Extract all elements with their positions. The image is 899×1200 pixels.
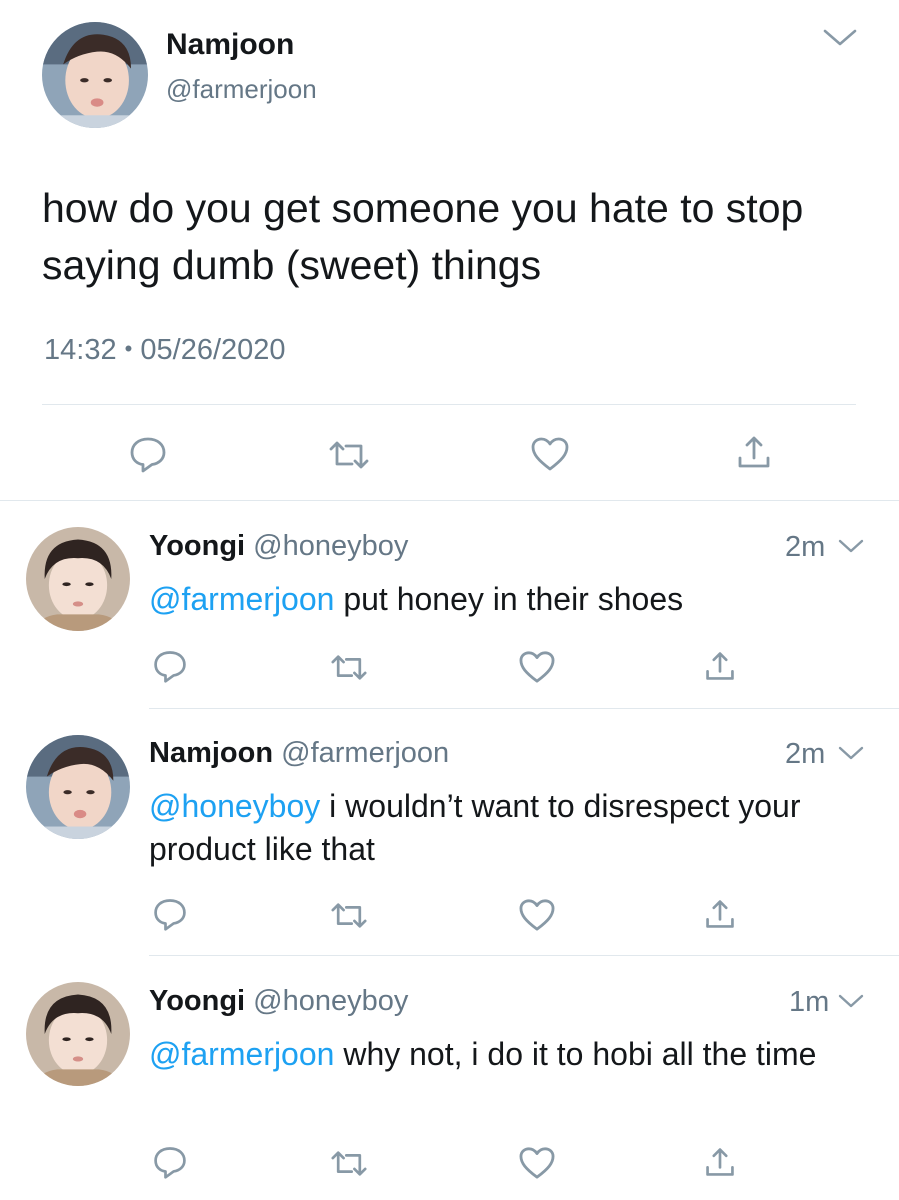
main-avatar[interactable] <box>42 22 148 128</box>
timestamp-separator: • <box>124 336 133 361</box>
main-tweet-timestamp: 14:32 • 05/26/2020 <box>44 334 286 367</box>
avatar-photo <box>26 527 130 631</box>
avatar-photo <box>42 22 148 128</box>
reply-author-name[interactable]: Yoongi <box>149 985 245 1017</box>
chevron-down-icon[interactable] <box>838 746 864 762</box>
share-icon[interactable] <box>704 1146 736 1178</box>
reply-header: Yoongi @honeyboy <box>149 985 408 1018</box>
main-author-handle[interactable]: @farmerjoon <box>166 74 317 105</box>
reply-avatar[interactable] <box>26 527 130 631</box>
reply-author-name[interactable]: Namjoon <box>149 737 273 769</box>
reply-timestamp: 1m <box>789 986 830 1018</box>
reply-author-handle[interactable]: @honeyboy <box>253 985 408 1017</box>
reply-timestamp: 2m <box>785 738 826 770</box>
timestamp-date: 05/26/2020 <box>140 334 286 366</box>
share-icon[interactable] <box>704 650 736 682</box>
retweet-icon[interactable] <box>330 654 368 681</box>
timestamp-time: 14:32 <box>44 334 117 366</box>
chevron-down-icon[interactable] <box>822 28 858 48</box>
reply-header: Yoongi @honeyboy <box>149 530 408 563</box>
avatar-photo <box>26 735 130 839</box>
reply-divider <box>149 955 899 956</box>
main-author-name[interactable]: Namjoon <box>166 28 294 62</box>
main-tweet-text: how do you get someone you hate to stop … <box>42 185 804 288</box>
reply-avatar[interactable] <box>26 982 130 1086</box>
main-tweet-divider <box>0 500 899 501</box>
reply-author-handle[interactable]: @farmerjoon <box>281 737 449 769</box>
reply-mention-link[interactable]: @farmerjoon <box>149 1036 334 1072</box>
reply-text: @honeyboy i wouldn’t want to disrespect … <box>149 785 829 871</box>
reply-mention-link[interactable]: @honeyboy <box>149 788 320 824</box>
like-icon[interactable] <box>518 898 556 932</box>
chevron-down-icon[interactable] <box>838 994 864 1010</box>
reply-author-handle[interactable]: @honeyboy <box>253 530 408 562</box>
main-retweet-icon[interactable] <box>328 440 370 470</box>
reply-header: Namjoon @farmerjoon <box>149 737 449 770</box>
main-actions-divider <box>42 404 856 405</box>
chevron-down-icon[interactable] <box>838 539 864 555</box>
reply-icon[interactable] <box>152 1144 188 1180</box>
reply-timestamp: 2m <box>785 531 826 563</box>
reply-mention-link[interactable]: @farmerjoon <box>149 581 334 617</box>
like-icon[interactable] <box>518 650 556 684</box>
main-share-icon[interactable] <box>736 434 772 470</box>
reply-text: @farmerjoon put honey in their shoes <box>149 578 849 621</box>
retweet-icon[interactable] <box>330 902 368 929</box>
reply-divider <box>149 708 899 709</box>
like-icon[interactable] <box>518 1146 556 1180</box>
reply-body: put honey in their shoes <box>334 581 684 617</box>
main-reply-icon[interactable] <box>128 434 168 474</box>
share-icon[interactable] <box>704 898 736 930</box>
reply-text: @farmerjoon why not, i do it to hobi all… <box>149 1033 849 1076</box>
reply-avatar[interactable] <box>26 735 130 839</box>
reply-icon[interactable] <box>152 896 188 932</box>
main-like-icon[interactable] <box>530 436 570 472</box>
reply-author-name[interactable]: Yoongi <box>149 530 245 562</box>
retweet-icon[interactable] <box>330 1150 368 1177</box>
reply-icon[interactable] <box>152 648 188 684</box>
avatar-photo <box>26 982 130 1086</box>
reply-body: why not, i do it to hobi all the time <box>334 1036 817 1072</box>
